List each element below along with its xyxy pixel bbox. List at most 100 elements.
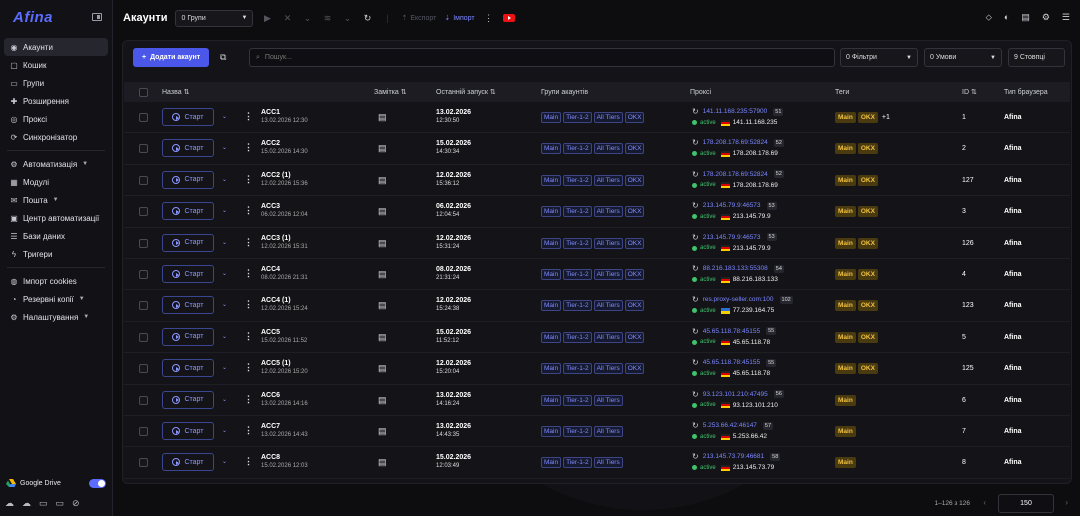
clipboard-icon[interactable]: ▤ [378, 143, 387, 154]
proxy-address[interactable]: 45.65.118.78:45155 [703, 359, 760, 366]
sidebar-item-6[interactable]: ⚙ Автоматизація ▼ [4, 155, 108, 173]
refresh-icon[interactable]: ↻ [692, 452, 699, 461]
play-all-icon[interactable]: ▶ [261, 13, 273, 24]
clipboard-icon[interactable]: ▤ [378, 206, 387, 217]
sidebar-item-10[interactable]: ☰ Бази даних [4, 227, 108, 245]
group-chip[interactable]: Tier-1-2 [563, 331, 592, 343]
chevron-down-icon[interactable]: ⌄ [222, 176, 227, 183]
start-button[interactable]: Старт [162, 422, 214, 440]
sidebar-item-14[interactable]: ⚙ Налаштування ▼ [4, 308, 108, 326]
server-icon[interactable]: ☰ [1062, 12, 1070, 23]
account-name-cell[interactable]: ACC8 15.02.2026 12:03 [261, 454, 308, 469]
proxy-address[interactable]: 213.145.73.79:46681 [703, 453, 764, 460]
more-tags[interactable]: +1 [882, 114, 890, 121]
group-chip[interactable]: Main [541, 174, 562, 186]
copy-icon[interactable]: ⧉ [215, 52, 231, 63]
sidebar-item-1[interactable]: ▢ Кошик [4, 56, 108, 74]
proxy-address[interactable]: 45.65.118.78:45155 [703, 328, 760, 335]
row-checkbox[interactable] [139, 427, 148, 436]
start-button[interactable]: Старт [162, 233, 214, 252]
group-chip[interactable]: Main [541, 457, 562, 469]
start-button[interactable]: Старт [162, 265, 214, 283]
clipboard-icon[interactable]: ▤ [378, 426, 387, 437]
group-chip[interactable]: Tier-1-2 [563, 300, 592, 312]
header-last-run[interactable]: Останній запуск ⇅ [436, 88, 496, 96]
start-button[interactable]: Старт [162, 139, 214, 158]
tag-chip[interactable]: OKX [857, 112, 878, 123]
group-chip[interactable]: All Tiers [593, 300, 623, 312]
group-chip[interactable]: OKX [624, 331, 645, 343]
more-vertical-icon[interactable]: ⋮ [244, 268, 253, 279]
clipboard-icon[interactable]: ▤ [378, 363, 387, 374]
tag-chip[interactable]: Main [835, 426, 856, 437]
account-name-cell[interactable]: ACC5 (1) 12.02.2026 15:20 [261, 360, 308, 375]
clipboard-icon[interactable]: ▤ [378, 457, 387, 468]
group-chip[interactable]: All Tiers [593, 143, 623, 155]
group-chip[interactable]: OKX [624, 237, 645, 249]
account-name-cell[interactable]: ACC1 13.02.2026 12:30 [261, 109, 308, 124]
refresh-icon[interactable]: ↻ [692, 138, 699, 147]
group-chip[interactable]: All Tiers [593, 363, 623, 375]
account-name-cell[interactable]: ACC6 13.02.2026 14:16 [261, 392, 308, 407]
chevron-down-icon[interactable]: ⌄ [222, 113, 227, 120]
proxy-check-icon[interactable]: ≋ [321, 13, 333, 24]
header-name[interactable]: Назва ⇅ [162, 88, 189, 96]
clipboard-icon[interactable]: ▤ [378, 300, 387, 311]
refresh-icon[interactable]: ↻ [361, 13, 373, 24]
group-chip[interactable]: Main [541, 363, 562, 375]
refresh-icon[interactable]: ↻ [692, 264, 699, 273]
chevron-down-icon[interactable]: ⌄ [222, 333, 227, 340]
row-checkbox[interactable] [139, 207, 148, 217]
row-checkbox[interactable] [139, 364, 148, 374]
cloud-upload-icon[interactable]: ☁ [5, 498, 14, 509]
start-button[interactable]: Старт [162, 202, 214, 221]
tag-chip[interactable]: Main [835, 206, 856, 218]
row-checkbox[interactable] [139, 301, 148, 311]
start-button[interactable]: Старт [162, 390, 214, 409]
more-vertical-icon[interactable]: ⋮ [244, 456, 253, 467]
account-name-cell[interactable]: ACC4 (1) 12.02.2026 15:24 [261, 297, 308, 312]
sidebar-item-13[interactable]: ◔ Резервні копії ▼ [4, 290, 108, 308]
chevron-down-icon[interactable]: ⌄ [222, 207, 227, 214]
chevron-down-icon[interactable]: ⌄ [341, 13, 353, 24]
chevron-down-icon[interactable]: ⌄ [222, 396, 227, 403]
palette-icon[interactable]: ◐ [1004, 12, 1009, 23]
sidebar-item-7[interactable]: ▦ Модулі [4, 173, 108, 191]
folder-download-icon[interactable]: ▭ [56, 498, 65, 509]
chevron-down-icon[interactable]: ⌄ [222, 427, 227, 434]
row-checkbox[interactable] [139, 175, 148, 185]
clipboard-icon[interactable]: ▤ [378, 332, 387, 343]
account-name-cell[interactable]: ACC3 06.02.2026 12:04 [261, 203, 308, 218]
sidebar-item-8[interactable]: ✉ Пошта ▼ [4, 191, 108, 209]
tag-chip[interactable]: OKX [857, 331, 878, 343]
tag-chip[interactable]: Main [835, 112, 856, 123]
account-name-cell[interactable]: ACC2 (1) 12.02.2026 15:36 [261, 172, 308, 187]
sidebar-collapse-icon[interactable] [92, 13, 102, 21]
chevron-down-icon[interactable]: ⌄ [222, 364, 227, 371]
group-chip[interactable]: All Tiers [593, 269, 623, 280]
header-note[interactable]: Замітка ⇅ [374, 88, 407, 96]
group-chip[interactable]: All Tiers [593, 112, 623, 123]
more-vertical-icon[interactable]: ⋮ [244, 362, 253, 373]
sidebar-item-3[interactable]: ✚ Розширення [4, 92, 108, 110]
export-button[interactable]: ⇡ Експорт [401, 14, 436, 23]
sidebar-item-2[interactable]: ▭ Групи [4, 74, 108, 92]
tag-chip[interactable]: OKX [857, 237, 878, 249]
columns-select[interactable]: 9 Стовпці [1008, 48, 1065, 67]
chevron-down-icon[interactable]: ⌄ [222, 239, 227, 246]
tag-chip[interactable]: Main [835, 363, 856, 375]
refresh-icon[interactable]: ↻ [692, 201, 699, 210]
clipboard-icon[interactable]: ▤ [378, 238, 387, 249]
group-chip[interactable]: Tier-1-2 [563, 269, 592, 280]
filters-select[interactable]: 0 Фільтри ▼ [840, 48, 918, 67]
group-chip[interactable]: Tier-1-2 [563, 426, 592, 437]
clipboard-icon[interactable]: ▤ [378, 175, 387, 186]
select-all-checkbox[interactable] [139, 87, 148, 97]
more-vertical-icon[interactable]: ⋮ [244, 205, 253, 216]
group-chip[interactable]: All Tiers [593, 394, 623, 406]
more-vertical-icon[interactable]: ⋮ [244, 299, 253, 310]
more-vertical-icon[interactable]: ⋮ [244, 237, 253, 248]
chevron-down-icon[interactable]: ⌄ [222, 144, 227, 151]
cloud-download-icon[interactable]: ☁ [22, 498, 31, 509]
sidebar-item-9[interactable]: ▣ Центр автоматизації [4, 209, 108, 227]
